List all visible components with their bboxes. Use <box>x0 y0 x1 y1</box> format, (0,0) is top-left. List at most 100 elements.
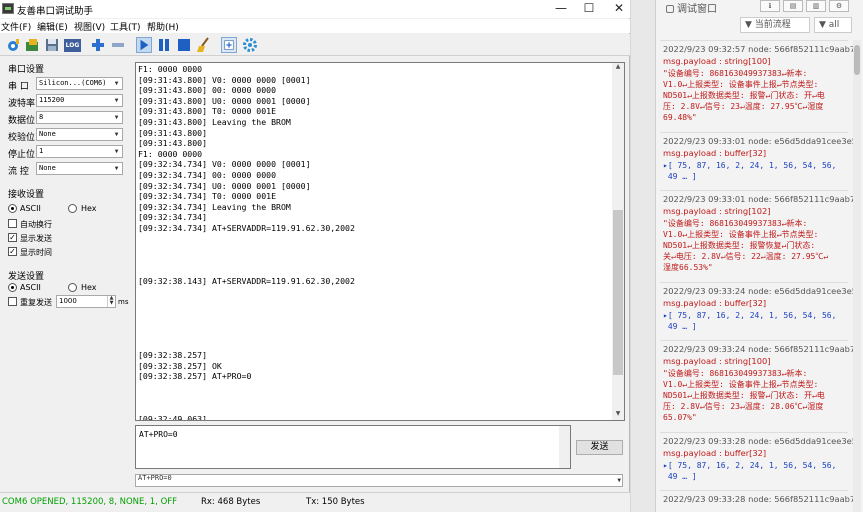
autowrap-checkbox[interactable] <box>8 219 17 228</box>
send-button[interactable]: 发送 <box>576 440 623 455</box>
tx-counter: Tx: 150 Bytes <box>306 497 365 507</box>
show-time-checkbox[interactable]: ✓ <box>8 247 17 256</box>
pause-icon[interactable] <box>156 37 172 53</box>
info-icon[interactable]: ℹ <box>760 0 780 12</box>
flow-filter-select[interactable]: ▼ 当前流程 <box>740 17 810 33</box>
close-button[interactable]: ✕ <box>604 0 634 18</box>
receive-hex-radio[interactable] <box>68 204 77 213</box>
scrollbar-thumb[interactable] <box>613 210 623 375</box>
console-text: F1: 0000 0000 [09:31:43.800] V0: 0000 00… <box>138 64 355 421</box>
menu-help[interactable]: 帮助(H) <box>147 20 179 33</box>
send-hex-radio[interactable] <box>68 283 77 292</box>
save-icon[interactable] <box>44 37 60 53</box>
port-select[interactable]: Silicon...(COM6) ▼ <box>36 77 123 90</box>
settings-panel: 串口设置 串 口 Silicon...(COM6) ▼ 波特率 115200 ▼ 数… <box>0 57 133 492</box>
flow-control-select[interactable]: None ▼ <box>36 162 123 175</box>
autowrap-label: 自动换行 <box>20 220 52 229</box>
debug-message[interactable]: 2022/9/23 09:32:57 node: 566f852111c9aab… <box>660 40 856 123</box>
minus-icon[interactable] <box>110 37 126 53</box>
baud-label: 波特率 <box>8 99 36 109</box>
receive-console[interactable]: F1: 0000 0000 [09:31:43.800] V0: 0000 00… <box>135 62 625 421</box>
parity-select[interactable]: None ▼ <box>36 128 123 141</box>
debug-message-header: 2022/9/23 09:33:01 node: e56d5dda91cee3e… <box>663 136 858 146</box>
minimize-button[interactable]: — <box>546 0 576 18</box>
send-settings-heading: 发送设置 <box>8 272 45 282</box>
broom-icon[interactable] <box>196 37 212 53</box>
log-icon[interactable]: LOG <box>64 39 81 52</box>
receive-settings-heading: 接收设置 <box>8 190 45 200</box>
receive-ascii-label: ASCII <box>20 204 41 213</box>
receive-ascii-radio[interactable] <box>8 204 17 213</box>
stop-bits-select[interactable]: 1 ▼ <box>36 145 123 158</box>
debug-message[interactable]: 2022/9/23 09:33:01 node: e56d5dda91cee3e… <box>660 132 858 182</box>
baud-select[interactable]: 115200 ▼ <box>36 94 123 107</box>
window-title: 友善串口调试助手 <box>17 6 94 17</box>
debug-tab-label: 调试窗口 <box>677 4 717 15</box>
menu-tools[interactable]: 工具(T) <box>110 20 141 33</box>
repeat-send-label: 重复发送 <box>20 298 52 307</box>
menu-bar: 文件(F) 编辑(E) 视图(V) 工具(T) 帮助(H) <box>0 19 630 33</box>
show-time-label: 显示时间 <box>20 248 52 257</box>
send-history-value: AT+PRO=0 <box>138 474 172 482</box>
debug-message-value: ▸[ 75, 87, 16, 2, 24, 1, 56, 54, 56, 49 … <box>663 311 837 331</box>
stop-icon[interactable] <box>176 37 192 53</box>
period-unit-label: ms <box>118 298 129 306</box>
spinner-icon[interactable]: ▲ ▼ <box>107 296 115 307</box>
scroll-up-icon[interactable]: ▲ <box>612 63 624 73</box>
serial-assistant-window: 友善串口调试助手 — ☐ ✕ 文件(F) 编辑(E) 视图(V) 工具(T) 帮… <box>0 0 630 512</box>
debug-message-header: 2022/9/23 09:33:01 node: 566f852111c9aab… <box>663 194 856 204</box>
debug-message[interactable]: 2022/9/23 09:33:24 node: e56d5dda91cee3e… <box>660 282 857 332</box>
scrollbar-thumb[interactable] <box>854 45 860 75</box>
repeat-period-input[interactable]: 1000 ▲ ▼ <box>56 295 116 308</box>
send-history-select[interactable]: AT+PRO=0 ▼ <box>135 474 623 487</box>
gear-icon[interactable] <box>242 37 258 53</box>
repeat-period-value: 1000 <box>59 297 77 305</box>
chevron-down-icon: ▼ <box>617 477 621 484</box>
debug-message-header: 2022/9/23 09:33:24 node: 566f852111c9aab… <box>663 344 856 354</box>
chevron-down-icon: ▼ <box>114 80 119 87</box>
grid-icon[interactable]: ▥ <box>806 0 826 12</box>
debug-message-payload-type: msg.payload : string[102] <box>663 206 771 216</box>
new-icon[interactable] <box>5 37 21 53</box>
debug-scrollbar[interactable] <box>853 40 861 512</box>
chevron-down-icon: ▼ <box>114 97 119 104</box>
parity-label: 校验位 <box>8 133 36 143</box>
menu-view[interactable]: 视图(V) <box>74 20 105 33</box>
debug-sidebar: 调试窗口 ℹ ▤ ▥ ⚙ ▼ 当前流程 ▼ all 2022/9/23 09:3… <box>655 0 863 512</box>
serial-settings-heading: 串口设置 <box>8 65 45 75</box>
send-hex-label: Hex <box>81 283 97 292</box>
scroll-down-icon[interactable]: ▼ <box>612 410 624 420</box>
send-input[interactable]: AT+PRO=0 <box>135 425 571 469</box>
data-bits-select[interactable]: 8 ▼ <box>36 111 123 124</box>
play-icon[interactable] <box>136 37 152 53</box>
send-ascii-radio[interactable] <box>8 283 17 292</box>
app-icon <box>2 3 14 14</box>
debug-message[interactable]: 2022/9/23 09:33:28 node: 566f852111c9aab… <box>660 490 855 504</box>
open-icon[interactable] <box>24 37 40 53</box>
list-icon[interactable]: ▤ <box>783 0 803 12</box>
menu-file[interactable]: 文件(F) <box>1 20 31 33</box>
plus-icon[interactable] <box>90 37 106 53</box>
bug-icon <box>666 5 674 13</box>
debug-message[interactable]: 2022/9/23 09:33:01 node: 566f852111c9aab… <box>660 190 856 273</box>
debug-message-payload-type: msg.payload : string[100] <box>663 356 771 366</box>
debug-message[interactable]: 2022/9/23 09:33:24 node: 566f852111c9aab… <box>660 340 856 423</box>
debug-tab[interactable]: 调试窗口 <box>666 0 717 15</box>
insert-icon[interactable] <box>221 37 237 53</box>
debug-message-value: "设备编号: 868163049937383↵新本: V1.0↵上报类型: 设备… <box>663 219 829 272</box>
debug-message-payload-type: msg.payload : buffer[32] <box>663 298 767 308</box>
gear-icon[interactable]: ⚙ <box>829 0 849 12</box>
status-bar: COM6 OPENED, 115200, 8, NONE, 1, OFF Rx:… <box>0 492 630 512</box>
menu-edit[interactable]: 编辑(E) <box>37 20 68 33</box>
console-scrollbar[interactable]: ▲ ▼ <box>612 63 624 420</box>
show-send-checkbox[interactable]: ✓ <box>8 233 17 242</box>
receive-hex-label: Hex <box>81 204 97 213</box>
send-input-scrollbar[interactable] <box>559 426 570 468</box>
debug-message[interactable]: 2022/9/23 09:33:28 node: e56d5dda91cee3e… <box>660 432 857 482</box>
maximize-button[interactable]: ☐ <box>574 0 604 18</box>
level-filter-select[interactable]: ▼ all <box>814 17 852 33</box>
debug-message-header: 2022/9/23 09:32:57 node: 566f852111c9aab… <box>663 44 856 54</box>
repeat-send-checkbox[interactable] <box>8 297 17 306</box>
stop-bits-label: 停止位 <box>8 150 36 160</box>
title-bar: 友善串口调试助手 — ☐ ✕ <box>0 0 630 18</box>
